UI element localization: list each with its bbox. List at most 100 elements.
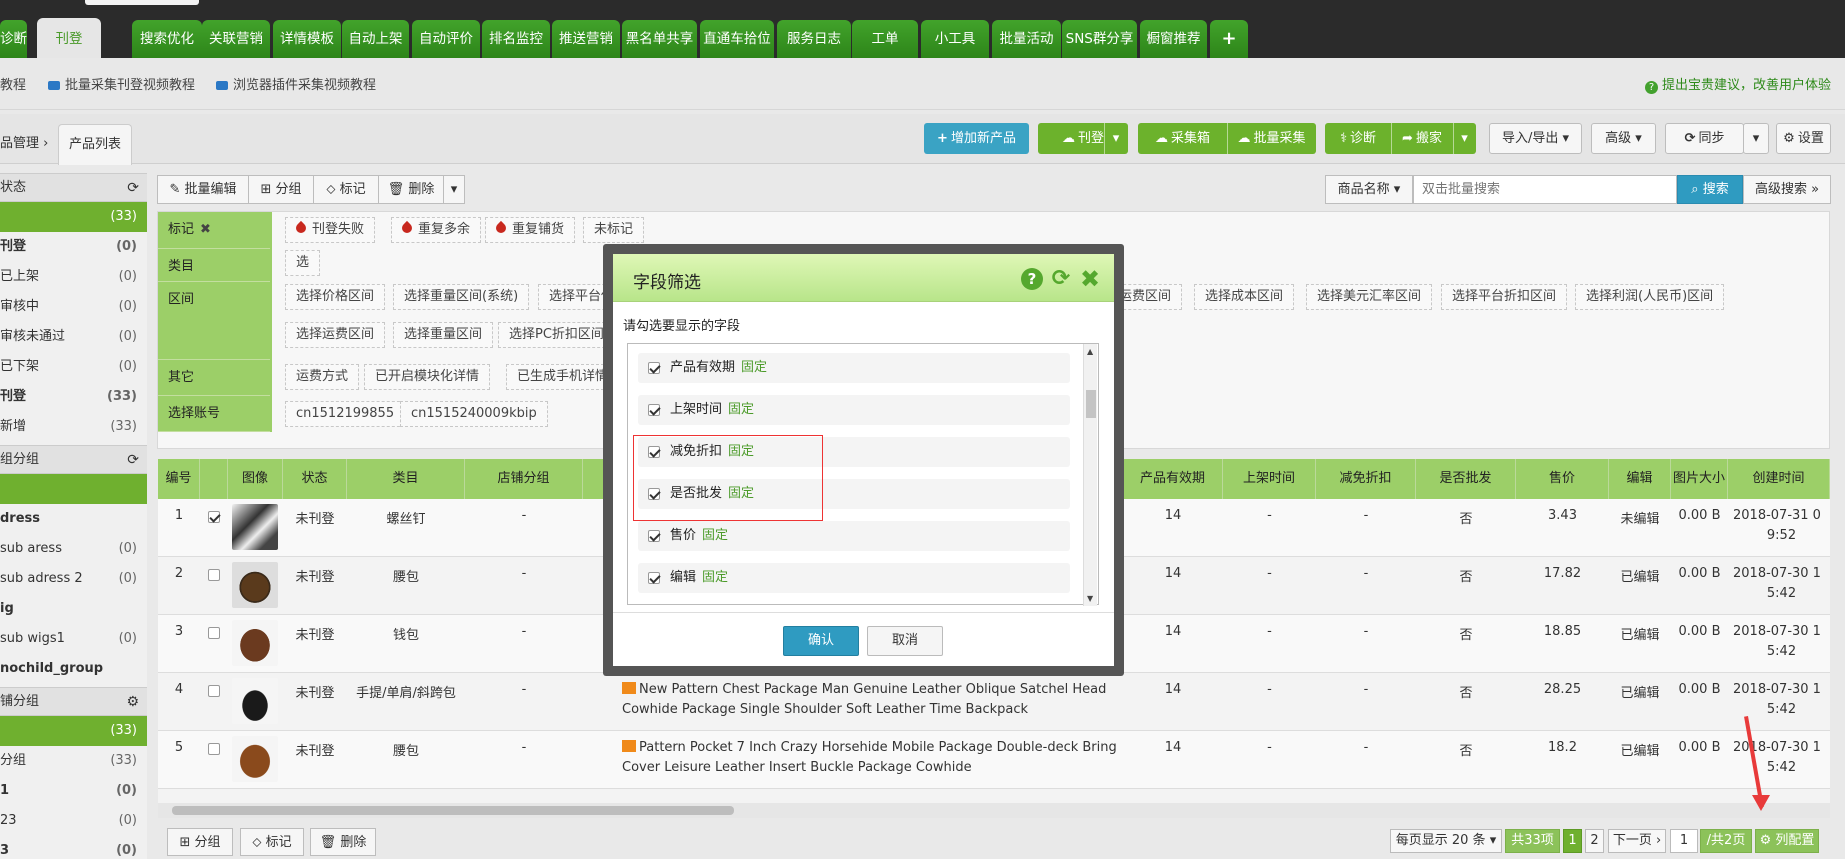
- batch-collect-video-link[interactable]: 批量采集刊登视频教程: [48, 74, 195, 93]
- batch-edit-button[interactable]: ✎ 批量编辑: [157, 175, 249, 204]
- field-option[interactable]: 产品有效期 固定: [638, 353, 1070, 383]
- scrollbar-thumb[interactable]: [1086, 390, 1096, 418]
- sidebar-item[interactable]: 已下架 (0): [0, 352, 147, 382]
- import-export-button[interactable]: 导入/导出 ▾: [1489, 123, 1582, 154]
- sidebar-item[interactable]: ig: [0, 594, 147, 624]
- bottom-delete-button[interactable]: 🗑 删除: [310, 828, 376, 856]
- field-option[interactable]: 售价 固定: [638, 521, 1070, 551]
- field-option[interactable]: 编辑 固定: [638, 563, 1070, 593]
- filter-chip[interactable]: 选: [285, 250, 321, 276]
- nav-tab-1[interactable]: 刊登: [37, 18, 101, 58]
- feedback-link[interactable]: ? 提出宝贵建议，改善用户体验: [1644, 74, 1831, 94]
- sidebar-item[interactable]: nochild_group: [0, 654, 147, 684]
- help-icon[interactable]: ?: [1021, 268, 1043, 290]
- filter-chip[interactable]: 选择重量区间(系统): [393, 284, 530, 310]
- nav-tab-7[interactable]: 排名监控: [482, 20, 550, 58]
- sync-button[interactable]: ⟳ 同步: [1665, 123, 1744, 154]
- product-thumbnail[interactable]: [232, 562, 278, 608]
- product-thumbnail[interactable]: [232, 736, 278, 782]
- batch-collect-button[interactable]: ☁ 批量采集: [1227, 123, 1316, 154]
- sidebar-item[interactable]: 分组 (33): [0, 746, 147, 776]
- nav-tab-12[interactable]: 工单: [852, 20, 918, 58]
- sidebar-item[interactable]: sub wigs1 (0): [0, 624, 147, 654]
- filter-chip[interactable]: 选择重量区间: [393, 322, 494, 348]
- sidebar-item[interactable]: sub aress (0): [0, 534, 147, 564]
- filter-chip[interactable]: 选择运费区间: [285, 322, 386, 348]
- advanced-search-button[interactable]: 高级搜索 »: [1743, 175, 1831, 204]
- filter-chip[interactable]: 选择成本区间: [1194, 284, 1295, 310]
- more-actions-caret[interactable]: ▾: [443, 175, 465, 204]
- field-option[interactable]: 上架时间 固定: [638, 395, 1070, 425]
- search-button[interactable]: ⌕ 搜索: [1677, 175, 1743, 204]
- move-dropdown-caret[interactable]: ▾: [1453, 123, 1476, 154]
- sidebar-item[interactable]: 1 (0): [0, 776, 147, 806]
- filter-chip[interactable]: 选择美元汇率区间: [1306, 284, 1433, 310]
- sidebar-item[interactable]: 审核中 (0): [0, 292, 147, 322]
- page-input[interactable]: 1: [1670, 829, 1698, 853]
- tab-product-list[interactable]: 产品列表: [58, 124, 132, 165]
- publish-dropdown-caret[interactable]: ▾: [1104, 123, 1128, 154]
- filter-chip[interactable]: 刊登失败: [285, 217, 376, 243]
- field-list-scrollbar[interactable]: ▲ ▼: [1083, 344, 1097, 606]
- field-checkbox[interactable]: [648, 404, 660, 416]
- nav-tab-13[interactable]: 小工具: [921, 20, 989, 58]
- sidebar-item[interactable]: [0, 474, 147, 504]
- row-title[interactable]: New Pattern Chest Package Man Genuine Le…: [622, 680, 1122, 720]
- filter-chip[interactable]: 选择PC折扣区间: [498, 322, 615, 348]
- nav-tab-6[interactable]: 自动评价: [412, 20, 480, 58]
- filter-chip[interactable]: 选择平台折扣区间: [1441, 284, 1568, 310]
- nav-tab-16[interactable]: 橱窗推荐: [1140, 20, 1207, 58]
- nav-tab-2[interactable]: 搜索优化: [132, 20, 202, 58]
- nav-tab-9[interactable]: 黑名单共享: [622, 20, 697, 58]
- sidebar-item[interactable]: sub adress 2 (0): [0, 564, 147, 594]
- row-title[interactable]: Pattern Pocket 7 Inch Crazy Horsehide Mo…: [622, 738, 1122, 778]
- page-2-button[interactable]: 2: [1585, 829, 1604, 853]
- row-checkbox[interactable]: [208, 685, 220, 697]
- page-1-button[interactable]: 1: [1563, 829, 1582, 853]
- filter-chip[interactable]: 已开启模块化详情: [364, 364, 491, 390]
- sidebar-item[interactable]: dress: [0, 504, 147, 534]
- filter-chip[interactable]: 运费方式: [285, 364, 360, 390]
- filter-chip[interactable]: 选择利润(人民币)区间: [1575, 284, 1725, 310]
- group-button[interactable]: ⊞ 分组: [248, 175, 314, 204]
- collect-box-button[interactable]: ☁ 采集箱: [1138, 123, 1227, 154]
- table-row[interactable]: 5 未刊登 腰包 - Pattern Pocket 7 Inch Crazy Horse…: [158, 731, 1830, 789]
- next-page-button[interactable]: 下一页 ›: [1608, 829, 1666, 853]
- bottom-mark-button[interactable]: ⬦ 标记: [240, 828, 304, 856]
- table-row[interactable]: 4 未刊登 手提/单肩/斜跨包 - New Pattern Chest Package …: [158, 673, 1830, 731]
- sidebar-item[interactable]: 刊登 (33): [0, 382, 147, 412]
- plugin-collect-video-link[interactable]: 浏览器插件采集视频教程: [216, 74, 376, 93]
- sidebar-item[interactable]: (33): [0, 716, 147, 746]
- product-thumbnail[interactable]: [232, 678, 278, 724]
- nav-tab-3[interactable]: 关联营销: [202, 20, 270, 58]
- sync-dropdown-caret[interactable]: ▾: [1743, 123, 1769, 154]
- tutorial-link[interactable]: 教程: [0, 74, 26, 93]
- row-checkbox[interactable]: [208, 627, 220, 639]
- sidebar-item[interactable]: 新增 (33): [0, 412, 147, 442]
- filter-chip[interactable]: 选择价格区间: [285, 284, 386, 310]
- row-checkbox[interactable]: [208, 569, 220, 581]
- nav-tab-8[interactable]: 推送营销: [552, 20, 620, 58]
- row-checkbox[interactable]: [208, 511, 220, 523]
- nav-tab-4[interactable]: 详情模板: [273, 20, 341, 58]
- scroll-up-icon[interactable]: ▲: [1087, 347, 1093, 356]
- gear-icon[interactable]: ⚙: [126, 688, 139, 716]
- column-header[interactable]: [200, 459, 228, 499]
- field-checkbox[interactable]: [648, 362, 660, 374]
- row-checkbox[interactable]: [208, 743, 220, 755]
- sidebar-item[interactable]: 3 (0): [0, 836, 147, 859]
- search-input[interactable]: [1413, 175, 1677, 204]
- refresh-icon[interactable]: ⟳: [127, 174, 139, 202]
- scrollbar-thumb[interactable]: [172, 806, 734, 815]
- per-page-select[interactable]: 每页显示 20 条 ▾: [1390, 829, 1502, 853]
- scroll-down-icon[interactable]: ▼: [1087, 594, 1093, 603]
- clear-mark-icon[interactable]: ✖: [200, 222, 211, 237]
- nav-tab-5[interactable]: 自动上架: [342, 20, 409, 58]
- sidebar-item[interactable]: 审核未通过 (0): [0, 322, 147, 352]
- breadcrumb-parent[interactable]: 品管理 ›: [0, 132, 48, 151]
- filter-chip[interactable]: 未标记: [583, 217, 645, 243]
- refresh-icon[interactable]: ⟳: [127, 446, 139, 474]
- settings-button[interactable]: ⚙ 设置: [1776, 123, 1831, 154]
- filter-chip[interactable]: 重复铺货: [485, 217, 576, 243]
- filter-chip[interactable]: 重复多余: [391, 217, 482, 243]
